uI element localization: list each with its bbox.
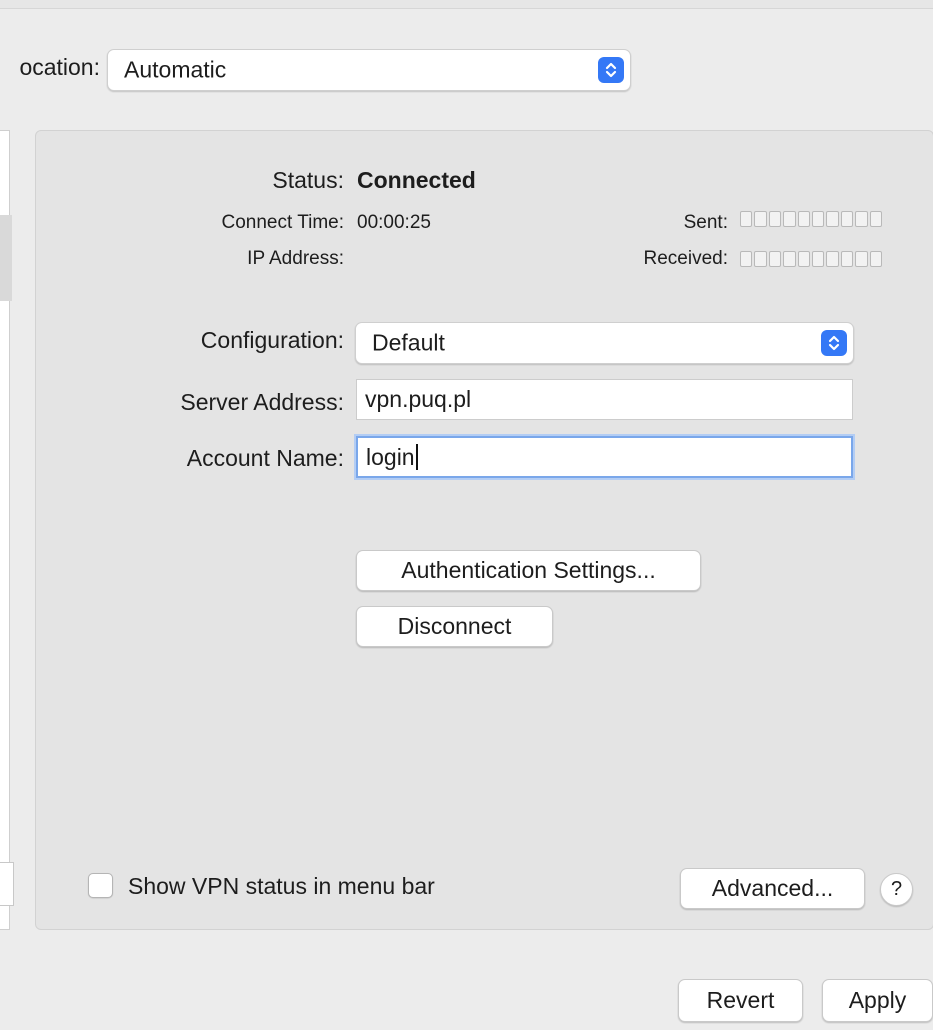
account-name-label: Account Name:	[186, 445, 344, 471]
server-address-input[interactable]: vpn.puq.pl	[356, 379, 853, 420]
help-button[interactable]: ?	[880, 873, 913, 906]
service-list-selected-item[interactable]	[0, 215, 12, 301]
connect-time-label: Connect Time:	[221, 212, 345, 233]
location-popup[interactable]: Automatic	[107, 49, 631, 91]
window-top-edge	[0, 0, 933, 9]
connect-time-value: 00:00:25	[357, 212, 431, 233]
apply-button[interactable]: Apply	[822, 979, 933, 1022]
show-vpn-status-label[interactable]: Show VPN status in menu bar	[128, 873, 435, 900]
popup-stepper-icon	[598, 57, 624, 83]
status-label: Status:	[272, 167, 344, 193]
show-vpn-status-checkbox[interactable]	[88, 873, 113, 898]
popup-stepper-icon	[821, 330, 847, 356]
received-meter	[740, 251, 883, 267]
received-label: Received:	[643, 248, 729, 269]
advanced-button[interactable]: Advanced...	[680, 868, 865, 909]
disconnect-button[interactable]: Disconnect	[356, 606, 553, 647]
revert-button[interactable]: Revert	[678, 979, 803, 1022]
status-value: Connected	[357, 167, 476, 193]
service-list-action-button[interactable]	[0, 862, 14, 906]
account-name-input[interactable]: login	[356, 436, 853, 478]
location-value: Automatic	[124, 56, 227, 83]
account-name-value: login	[366, 443, 415, 470]
authentication-settings-button[interactable]: Authentication Settings...	[356, 550, 701, 591]
configuration-label: Configuration:	[200, 327, 344, 353]
sent-meter	[740, 211, 883, 227]
text-cursor	[415, 444, 418, 470]
location-label: ocation:	[19, 54, 100, 80]
server-address-value: vpn.puq.pl	[365, 386, 472, 412]
configuration-value: Default	[372, 329, 445, 356]
server-address-label: Server Address:	[180, 389, 344, 415]
configuration-popup[interactable]: Default	[355, 322, 854, 364]
sent-label: Sent:	[683, 212, 728, 233]
ip-address-label: IP Address:	[247, 248, 344, 269]
